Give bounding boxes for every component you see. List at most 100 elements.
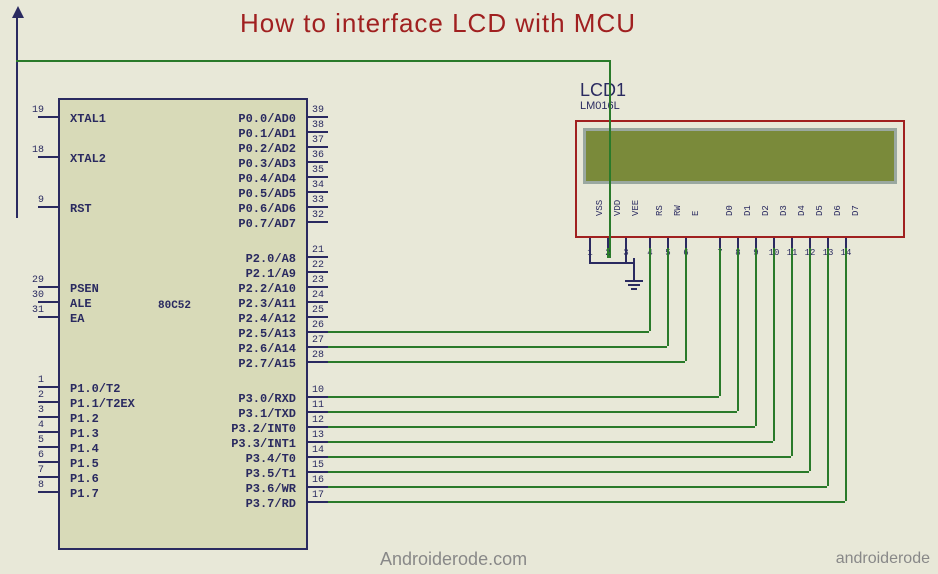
wire: [773, 248, 775, 441]
pin-number: 10: [312, 385, 324, 396]
pin-stub: [308, 456, 328, 458]
pin-stub: [38, 116, 58, 118]
wire: [625, 248, 627, 264]
pin-number: 21: [312, 245, 324, 256]
wire: [589, 248, 591, 262]
mcu-pin-label: XTAL1: [70, 112, 106, 126]
pin-stub: [308, 361, 328, 363]
ground-bar: [625, 280, 643, 282]
wire: [755, 248, 757, 426]
mcu-pin-label: P1.1/T2EX: [70, 397, 135, 411]
lcd-pin-label: D7: [851, 205, 861, 216]
wire: [589, 262, 635, 264]
mcu-pin-label: P3.7/RD: [246, 497, 296, 511]
pin-stub: [308, 396, 328, 398]
pin-stub: [685, 238, 687, 248]
diagram-title: How to interface LCD with MCU: [240, 8, 636, 39]
pin-stub: [308, 271, 328, 273]
lcd-pin-label: E: [691, 211, 701, 216]
ground-bar: [628, 284, 640, 286]
pin-stub: [38, 206, 58, 208]
pin-number: 19: [26, 105, 44, 116]
mcu-pin-label: P2.1/A9: [246, 267, 296, 281]
pin-number: 4: [26, 420, 44, 431]
pin-stub: [308, 131, 328, 133]
pin-stub: [308, 486, 328, 488]
mcu-pin-label: P2.7/A15: [238, 357, 296, 371]
pin-number: 25: [312, 305, 324, 316]
mcu-pin-label: P0.0/AD0: [238, 112, 296, 126]
pin-stub: [38, 286, 58, 288]
mcu-pin-label: P0.4/AD4: [238, 172, 296, 186]
mcu-pin-label: P0.2/AD2: [238, 142, 296, 156]
pin-number: 26: [312, 320, 324, 331]
pin-stub: [308, 256, 328, 258]
pin-number: 23: [312, 275, 324, 286]
mcu-pin-label: P3.1/TXD: [238, 407, 296, 421]
wire: [845, 248, 847, 501]
wire: [328, 361, 685, 363]
mcu-pin-label: P0.3/AD3: [238, 157, 296, 171]
wire: [328, 471, 809, 473]
pin-stub: [845, 238, 847, 248]
wire: [328, 486, 827, 488]
pin-stub: [38, 461, 58, 463]
mcu-pin-label: P3.3/INT1: [231, 437, 296, 451]
pin-stub: [649, 238, 651, 248]
pin-stub: [38, 491, 58, 493]
pin-number: 28: [312, 350, 324, 361]
pin-number: 24: [312, 290, 324, 301]
mcu-pin-label: P1.4: [70, 442, 99, 456]
pin-number: 15: [312, 460, 324, 471]
lcd-pin-label: RS: [655, 205, 665, 216]
mcu-pin-label: RST: [70, 202, 92, 216]
pin-stub: [38, 316, 58, 318]
pin-stub: [308, 411, 328, 413]
pin-stub: [308, 286, 328, 288]
pin-stub: [773, 238, 775, 248]
pin-stub: [308, 441, 328, 443]
pin-stub: [308, 346, 328, 348]
pin-number: 16: [312, 475, 324, 486]
wire: [737, 248, 739, 411]
mcu-pin-label: XTAL2: [70, 152, 106, 166]
mcu-pin-label: P0.7/AD7: [238, 217, 296, 231]
pin-number: 38: [312, 120, 324, 131]
lcd-part-label: LM016L: [580, 100, 620, 112]
mcu-pin-label: EA: [70, 312, 84, 326]
pin-stub: [589, 238, 591, 248]
pin-number: 5: [26, 435, 44, 446]
pin-number: 17: [312, 490, 324, 501]
pin-number: 14: [312, 445, 324, 456]
mcu-pin-label: P3.4/T0: [246, 452, 296, 466]
pin-number: 22: [312, 260, 324, 271]
pin-number: 34: [312, 180, 324, 191]
wire: [328, 441, 773, 443]
wire: [667, 248, 669, 346]
wire: [607, 248, 609, 258]
lcd-pin-label: D1: [743, 205, 753, 216]
pin-stub: [308, 426, 328, 428]
pin-stub: [308, 316, 328, 318]
pin-stub: [38, 301, 58, 303]
pin-stub: [308, 471, 328, 473]
mcu-pin-label: P2.4/A12: [238, 312, 296, 326]
pin-stub: [719, 238, 721, 248]
mcu-pin-label: P3.6/WR: [246, 482, 296, 496]
pin-stub: [667, 238, 669, 248]
lcd-pin-label: D3: [779, 205, 789, 216]
wire: [328, 456, 791, 458]
mcu-pin-label: P1.2: [70, 412, 99, 426]
pin-number: 6: [26, 450, 44, 461]
pin-stub: [38, 386, 58, 388]
wire: [328, 501, 845, 503]
pin-number: 35: [312, 165, 324, 176]
pin-number: 30: [26, 290, 44, 301]
pin-number: 32: [312, 210, 324, 221]
mcu-pin-label: P0.1/AD1: [238, 127, 296, 141]
power-arrow-icon: [12, 6, 24, 18]
wire: [328, 331, 649, 333]
pin-number: 7: [26, 465, 44, 476]
lcd-pin-label: VSS: [595, 200, 605, 216]
pin-stub: [755, 238, 757, 248]
